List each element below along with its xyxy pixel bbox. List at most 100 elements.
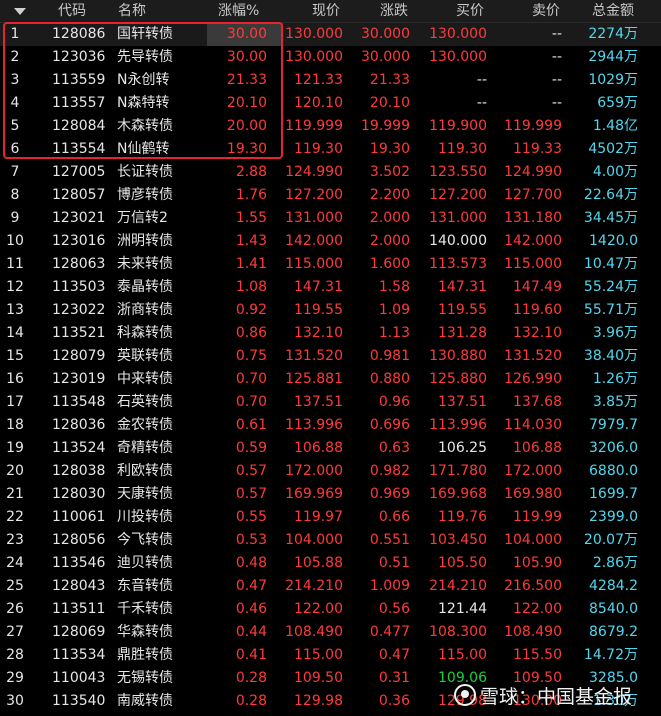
price-change: 1.09 — [378, 302, 410, 318]
table-row[interactable]: 28 113534 鼎胜转债 0.41 115.00 0.47 115.00 115.50 14… — [0, 644, 661, 667]
table-row[interactable]: 18 128036 金农转债 0.61 113.996 0.696 113.996 114.0… — [0, 414, 661, 437]
price-change: 1.58 — [378, 279, 410, 295]
total-amount: 10.47万 — [583, 256, 638, 272]
bond-name: N森特转 — [117, 95, 170, 111]
bond-name: 科森转债 — [117, 325, 173, 341]
table-row[interactable]: 11 128063 未来转债 1.41 115.000 1.600 113.573 115.0… — [0, 253, 661, 276]
table-row[interactable]: 20 128038 利欧转债 0.57 172.000 0.982 171.780 172.0… — [0, 460, 661, 483]
table-row[interactable]: 26 113511 千禾转债 0.46 122.00 0.56 121.44 122.00 85… — [0, 598, 661, 621]
price-change: 19.999 — [361, 118, 410, 134]
table-row[interactable]: 22 110061 川投转债 0.55 119.97 0.66 119.76 119.99 23… — [0, 506, 661, 529]
header-change[interactable]: 涨跌 — [380, 0, 414, 22]
table-row[interactable]: 3 113559 N永创转 21.33 121.33 21.33 -- -- 1029万 — [0, 69, 661, 92]
row-index: 28 — [6, 647, 24, 663]
table-row[interactable]: 21 128030 天康转债 0.57 169.969 0.969 169.968 169.9… — [0, 483, 661, 506]
bid-price: 113.996 — [429, 417, 487, 433]
table-row[interactable]: 4 113557 N森特转 20.10 120.10 20.10 -- -- 659万 — [0, 92, 661, 115]
pct-change: 0.75 — [235, 348, 267, 364]
bond-code: 113503 — [52, 279, 106, 295]
row-index: 5 — [10, 118, 20, 134]
last-price: 132.10 — [294, 325, 343, 341]
last-price: 104.000 — [285, 532, 343, 548]
bid-price: 131.000 — [429, 210, 487, 226]
bond-code: 113534 — [52, 647, 106, 663]
last-price: 121.33 — [294, 72, 343, 88]
last-price: 124.990 — [285, 164, 343, 180]
last-price: 120.10 — [294, 95, 343, 111]
header-name[interactable]: 名称 — [118, 0, 208, 22]
bid-price: 113.573 — [429, 256, 487, 272]
last-price: 129.98 — [294, 693, 343, 709]
bond-code: 113524 — [52, 440, 106, 456]
total-amount: 2399.0 — [589, 509, 638, 525]
table-row[interactable]: 1 128086 国轩转债 30.00 130.000 30.000 130.000 -- 22… — [0, 23, 661, 46]
header-pct[interactable]: 涨幅% — [218, 0, 268, 22]
total-amount: 20.07万 — [583, 532, 638, 548]
bid-price: 130.000 — [429, 26, 487, 42]
bond-name: 浙商转债 — [117, 302, 173, 318]
table-row[interactable]: 12 113503 泰晶转债 1.08 147.31 1.58 147.31 147.49 55… — [0, 276, 661, 299]
table-row[interactable]: 25 128043 东音转债 0.47 214.210 1.009 214.210 216.5… — [0, 575, 661, 598]
sort-dropdown-icon[interactable] — [14, 8, 26, 15]
row-index: 12 — [6, 279, 24, 295]
header-code[interactable]: 代码 — [58, 0, 118, 22]
price-change: 19.30 — [369, 141, 410, 157]
ask-price: 108.490 — [504, 624, 562, 640]
last-price: 108.490 — [285, 624, 343, 640]
table-row[interactable]: 16 123019 中来转债 0.70 125.881 0.880 125.880 126.9… — [0, 368, 661, 391]
bond-code: 123036 — [52, 49, 106, 65]
pct-change: 0.44 — [235, 624, 267, 640]
ask-price: 147.49 — [513, 279, 562, 295]
pct-change: 0.41 — [235, 647, 267, 663]
last-price: 109.50 — [294, 670, 343, 686]
last-price: 130.000 — [285, 49, 343, 65]
header-price[interactable]: 现价 — [312, 0, 346, 22]
table-row[interactable]: 19 113524 奇精转债 0.59 106.88 0.63 106.25 106.88 32… — [0, 437, 661, 460]
price-change: 0.982 — [369, 463, 410, 479]
price-change: 2.200 — [369, 187, 410, 203]
last-price: 113.996 — [285, 417, 343, 433]
table-row[interactable]: 2 123036 先导转债 30.00 130.000 30.000 130.000 -- 29… — [0, 46, 661, 69]
row-index: 20 — [6, 463, 24, 479]
table-row[interactable]: 8 128057 博彦转债 1.76 127.200 2.200 127.200 127.70… — [0, 184, 661, 207]
pct-change: 1.43 — [235, 233, 267, 249]
table-row[interactable]: 7 127005 长证转债 2.88 124.990 3.502 123.550 124.99… — [0, 161, 661, 184]
ask-price: 119.999 — [504, 118, 562, 134]
header-amount[interactable]: 总金额 — [592, 0, 642, 22]
total-amount: 3.85万 — [592, 394, 638, 410]
total-amount: 1.26万 — [592, 371, 638, 387]
price-change: 1.600 — [369, 256, 410, 272]
pct-change: 1.76 — [235, 187, 267, 203]
table-row[interactable]: 15 128079 英联转债 0.75 131.520 0.981 130.880 131.5… — [0, 345, 661, 368]
last-price: 122.00 — [294, 601, 343, 617]
row-index: 24 — [6, 555, 24, 571]
total-amount: 1.48亿 — [592, 118, 638, 134]
bond-name: 泰晶转债 — [117, 279, 173, 295]
price-change: 0.969 — [369, 486, 410, 502]
bid-price: 108.300 — [429, 624, 487, 640]
table-row[interactable]: 9 123021 万信转2 1.55 131.000 2.000 131.000 131.18… — [0, 207, 661, 230]
bid-price: -- — [476, 72, 487, 88]
ask-price: 126.990 — [504, 371, 562, 387]
table-row[interactable]: 5 128084 木森转债 20.00 119.999 19.999 119.900 119.… — [0, 115, 661, 138]
table-row[interactable]: 10 123016 洲明转债 1.43 142.000 2.000 140.000 142.0… — [0, 230, 661, 253]
bond-code: 128043 — [52, 578, 106, 594]
ask-price: 127.700 — [504, 187, 562, 203]
table-row[interactable]: 27 128069 华森转债 0.44 108.490 0.477 108.300 108.4… — [0, 621, 661, 644]
pct-change: 30.00 — [226, 26, 267, 42]
table-row[interactable]: 17 113548 石英转债 0.70 137.51 0.96 137.51 137.68 3.… — [0, 391, 661, 414]
table-row[interactable]: 23 128056 今飞转债 0.53 104.000 0.551 103.450 104.0… — [0, 529, 661, 552]
bond-code: 113540 — [52, 693, 106, 709]
table-row[interactable]: 14 113521 科森转债 0.86 132.10 1.13 131.28 132.10 3.… — [0, 322, 661, 345]
bid-price: 214.210 — [429, 578, 487, 594]
table-row[interactable]: 6 113554 N仙鹤转 19.30 119.30 19.30 119.30 119.33 4… — [0, 138, 661, 161]
row-index: 16 — [6, 371, 24, 387]
bid-price: 119.900 — [429, 118, 487, 134]
header-ask[interactable]: 卖价 — [532, 0, 566, 22]
header-bid[interactable]: 买价 — [456, 0, 490, 22]
bond-name: 鼎胜转债 — [117, 647, 173, 663]
bond-name: 国轩转债 — [117, 26, 173, 42]
table-row[interactable]: 13 123022 浙商转债 0.92 119.55 1.09 119.55 119.60 55… — [0, 299, 661, 322]
table-row[interactable]: 24 113546 迪贝转债 0.48 105.88 0.51 105.50 105.90 2.… — [0, 552, 661, 575]
total-amount: 55.71万 — [583, 302, 638, 318]
